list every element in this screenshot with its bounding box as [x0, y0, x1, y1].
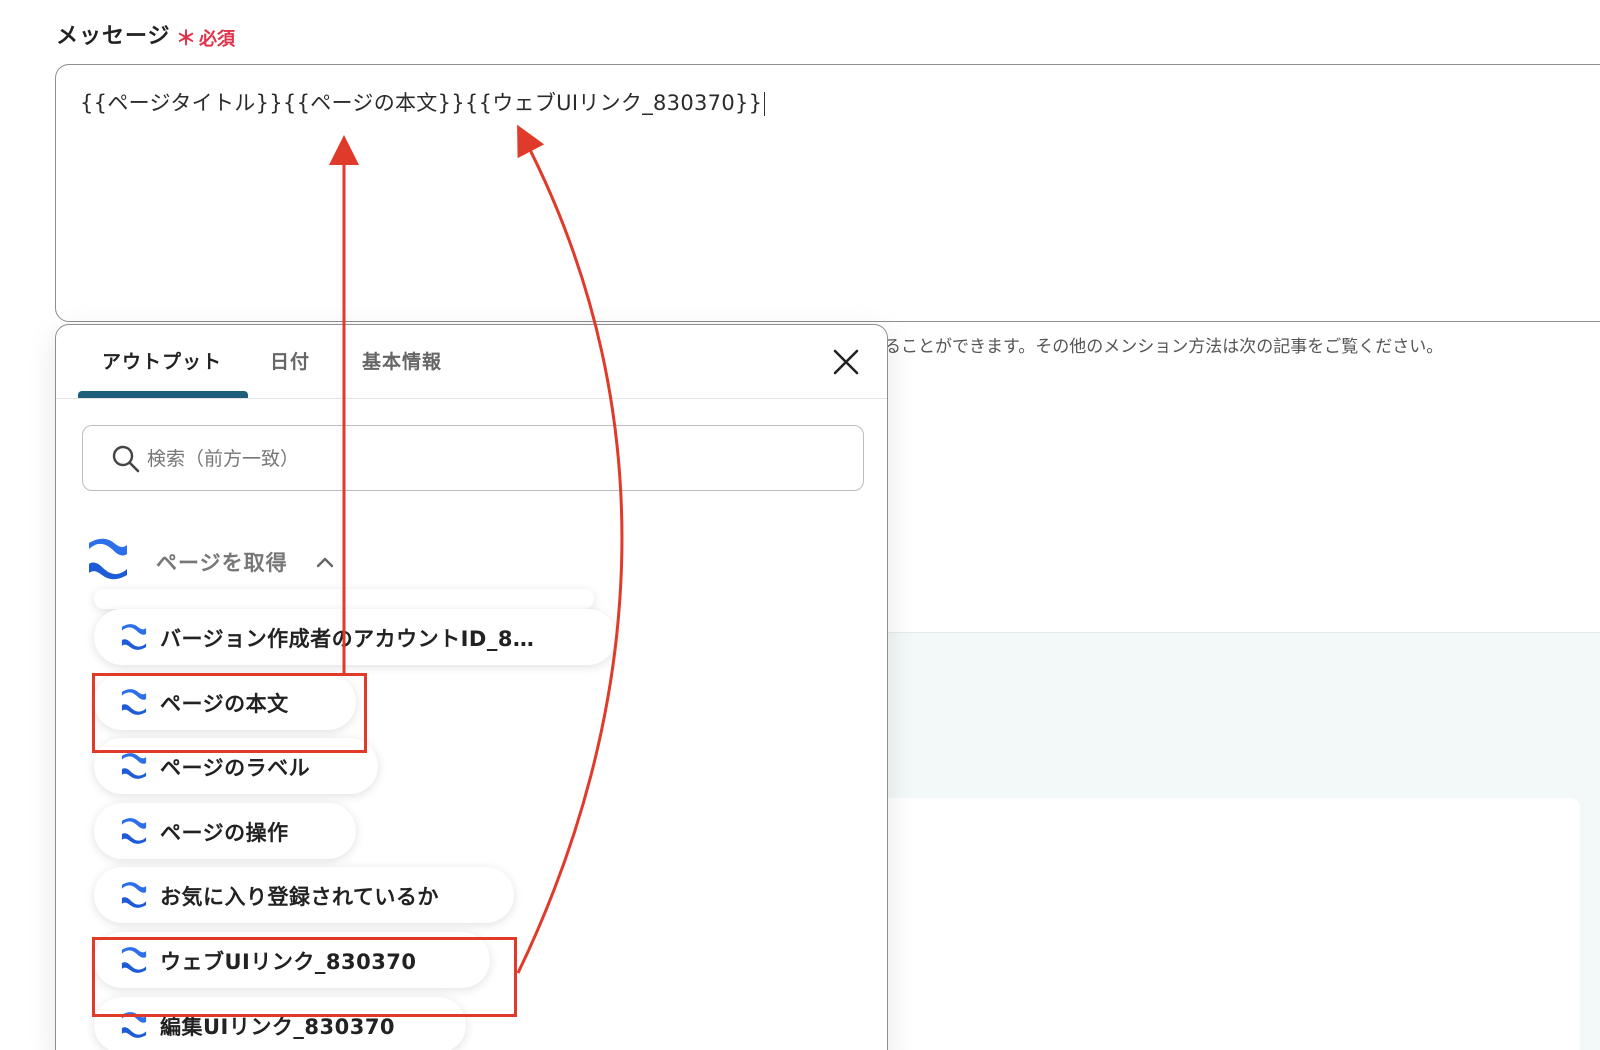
close-icon[interactable] — [831, 347, 861, 377]
highlight-box-page-body — [92, 673, 367, 753]
confluence-icon — [121, 882, 147, 908]
chevron-up-icon[interactable] — [314, 551, 336, 573]
required-badge: ＊必須 — [176, 22, 235, 51]
confluence-icon — [121, 818, 147, 844]
required-star-icon: ＊ — [176, 26, 196, 50]
output-item[interactable]: バージョン作成者のアカウントID_8… — [94, 609, 616, 665]
search-input[interactable] — [147, 442, 827, 476]
text-caret — [764, 92, 766, 116]
helper-text: ることができます。その他のメンション方法は次の記事をご覧ください。 — [884, 337, 1444, 357]
output-item[interactable]: ページの操作 — [94, 803, 356, 859]
group-header-get-page[interactable]: ページを取得 — [86, 537, 386, 587]
tab-basic-info[interactable]: 基本情報 — [362, 347, 442, 374]
message-value: {{ページタイトル}}{{ページの本文}}{{ウェブUIリンク_830370}} — [80, 87, 766, 117]
list-item-partial — [94, 589, 594, 609]
output-item-label: バージョン作成者のアカウントID_8… — [160, 627, 535, 651]
confluence-icon — [121, 753, 147, 779]
message-field-label: メッセージ — [56, 24, 171, 49]
tab-output[interactable]: アウトプット — [102, 347, 222, 374]
output-item-label: ページのラベル — [160, 756, 311, 780]
required-text: 必須 — [199, 29, 235, 50]
popup-tabs: アウトプット 日付 基本情報 — [56, 325, 887, 399]
confluence-icon — [89, 538, 127, 580]
output-item[interactable]: お気に入り登録されているか — [94, 867, 514, 923]
tab-date[interactable]: 日付 — [270, 347, 310, 374]
background-card — [880, 798, 1580, 1050]
confluence-icon — [121, 624, 147, 650]
output-item-label: お気に入り登録されているか — [160, 885, 439, 909]
highlight-box-web-ui-link — [92, 937, 517, 1017]
group-title: ページを取得 — [156, 551, 288, 575]
search-box[interactable] — [82, 425, 864, 491]
active-tab-indicator — [78, 391, 248, 398]
output-item-label: ページの操作 — [160, 821, 289, 845]
message-textarea[interactable]: {{ページタイトル}}{{ページの本文}}{{ウェブUIリンク_830370}} — [55, 64, 1600, 322]
search-icon — [112, 445, 140, 473]
